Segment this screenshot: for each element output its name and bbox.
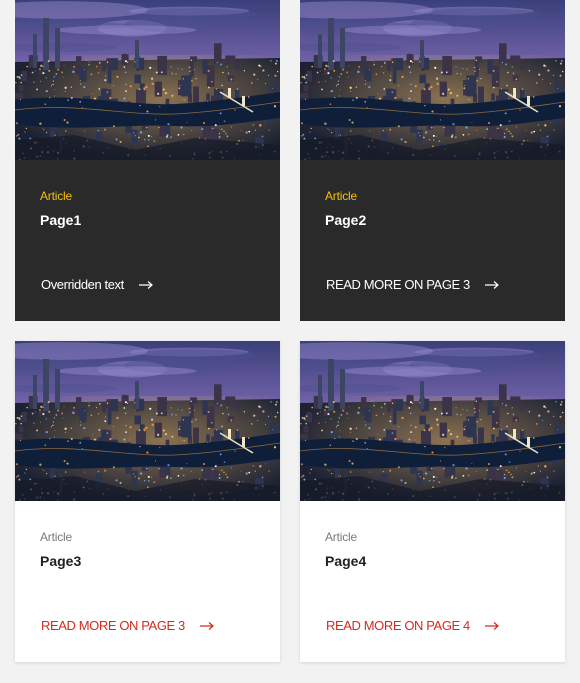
article-card-page2[interactable]: Article Page2 READ MORE ON PAGE 3 bbox=[300, 0, 565, 321]
read-more-label: READ MORE ON PAGE 4 bbox=[326, 618, 470, 633]
card-title[interactable]: Page2 bbox=[325, 211, 540, 229]
article-card-page3[interactable]: Article Page3 READ MORE ON PAGE 3 bbox=[15, 341, 280, 662]
card-image[interactable] bbox=[15, 0, 280, 160]
card-tag: Article bbox=[40, 530, 72, 544]
read-more-label: READ MORE ON PAGE 3 bbox=[326, 277, 470, 292]
arrow-right-icon bbox=[484, 621, 500, 631]
card-tag: Article bbox=[40, 189, 72, 203]
card-title[interactable]: Page1 bbox=[40, 211, 255, 229]
card-title[interactable]: Page4 bbox=[325, 552, 540, 570]
card-grid: Article Page1 Overridden text Article Pa… bbox=[0, 0, 580, 683]
card-title[interactable]: Page3 bbox=[40, 552, 255, 570]
arrow-right-icon bbox=[138, 280, 154, 290]
city-skyline-image bbox=[300, 341, 565, 501]
read-more-label: READ MORE ON PAGE 3 bbox=[41, 618, 185, 633]
article-card-page1[interactable]: Article Page1 Overridden text bbox=[15, 0, 280, 321]
arrow-right-icon bbox=[199, 621, 215, 631]
card-tag: Article bbox=[325, 530, 357, 544]
read-more-link[interactable]: Overridden text bbox=[41, 276, 154, 294]
city-skyline-image bbox=[300, 0, 565, 160]
article-card-page4[interactable]: Article Page4 READ MORE ON PAGE 4 bbox=[300, 341, 565, 662]
read-more-link[interactable]: READ MORE ON PAGE 4 bbox=[326, 617, 500, 635]
arrow-right-icon bbox=[484, 280, 500, 290]
city-skyline-image bbox=[15, 0, 280, 160]
card-tag: Article bbox=[325, 189, 357, 203]
city-skyline-image bbox=[15, 341, 280, 501]
read-more-link[interactable]: READ MORE ON PAGE 3 bbox=[326, 276, 500, 294]
card-image[interactable] bbox=[15, 341, 280, 501]
card-image[interactable] bbox=[300, 0, 565, 160]
card-image[interactable] bbox=[300, 341, 565, 501]
read-more-link[interactable]: READ MORE ON PAGE 3 bbox=[41, 617, 215, 635]
read-more-label: Overridden text bbox=[41, 277, 124, 292]
